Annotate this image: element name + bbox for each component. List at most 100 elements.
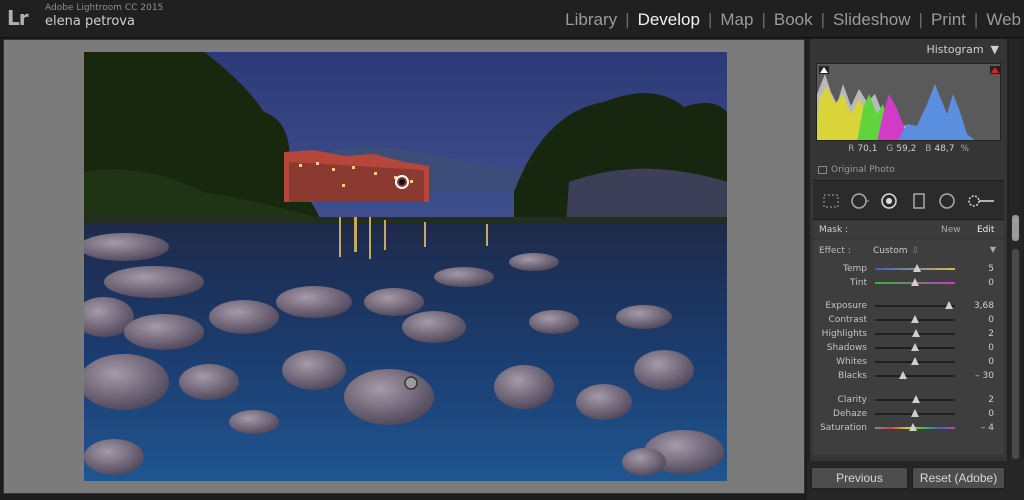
checkbox-icon[interactable] bbox=[818, 166, 827, 174]
tool-strip bbox=[813, 180, 1004, 220]
photo-illustration bbox=[84, 52, 727, 481]
slider-saturation[interactable]: Saturation – 4 bbox=[813, 421, 1004, 435]
slider-value[interactable]: – 4 bbox=[981, 423, 994, 433]
red-eye-icon[interactable] bbox=[879, 191, 899, 211]
right-panel: Histogram ▼ R 70,1 G 59,2 B 48,7 % Origi… bbox=[807, 39, 1024, 500]
b-value: 48,7 bbox=[934, 144, 955, 154]
scrollbar-thumb[interactable] bbox=[1012, 215, 1019, 241]
histogram-header[interactable]: Histogram ▼ bbox=[926, 43, 999, 56]
slider-label: Exposure bbox=[825, 301, 867, 311]
scrollbar-track-segment bbox=[1012, 249, 1019, 459]
photo-preview[interactable] bbox=[84, 52, 727, 481]
original-photo-label: Original Photo bbox=[831, 165, 895, 175]
slider-tint[interactable]: Tint 0 bbox=[813, 276, 1004, 290]
module-print[interactable]: Print bbox=[923, 10, 974, 30]
slider-label: Temp bbox=[843, 264, 867, 274]
slider-thumb[interactable] bbox=[911, 329, 920, 337]
slider-thumb[interactable] bbox=[911, 409, 919, 417]
histogram-title: Histogram bbox=[926, 43, 984, 56]
module-develop[interactable]: Develop bbox=[630, 10, 708, 30]
slider-temp[interactable]: Temp 5 bbox=[813, 262, 1004, 276]
module-book[interactable]: Book bbox=[766, 10, 821, 30]
bottom-buttons: Previous Reset (Adobe) bbox=[807, 461, 1024, 500]
mask-row: Mask : New Edit bbox=[813, 221, 1004, 239]
effect-preset-select[interactable]: Custom ⇕ bbox=[873, 246, 919, 256]
slider-blacks[interactable]: Blacks – 30 bbox=[813, 369, 1004, 383]
slider-track[interactable] bbox=[875, 375, 955, 377]
adjustment-brush-icon[interactable] bbox=[965, 191, 995, 211]
original-photo-toggle[interactable]: Original Photo bbox=[818, 165, 895, 175]
slider-thumb[interactable] bbox=[911, 315, 919, 323]
collapse-triangle-icon: ▼ bbox=[987, 43, 999, 56]
slider-dehaze[interactable]: Dehaze 0 bbox=[813, 407, 1004, 421]
slider-label: Shadows bbox=[826, 343, 867, 353]
r-label: R bbox=[848, 144, 855, 154]
slider-thumb[interactable] bbox=[899, 371, 907, 379]
slider-thumb[interactable] bbox=[911, 343, 919, 351]
image-canvas[interactable] bbox=[3, 39, 805, 494]
slider-thumb[interactable] bbox=[913, 264, 922, 272]
graduated-filter-icon[interactable] bbox=[909, 191, 929, 211]
histogram-chart bbox=[817, 66, 1000, 140]
module-map[interactable]: Map bbox=[712, 10, 761, 30]
identity-plate-user: elena petrova bbox=[45, 14, 135, 29]
slider-thumb[interactable] bbox=[911, 395, 920, 403]
slider-value[interactable]: 0 bbox=[988, 315, 994, 325]
reset-button[interactable]: Reset (Adobe) bbox=[912, 467, 1005, 489]
slider-whites[interactable]: Whites 0 bbox=[813, 355, 1004, 369]
module-picker: Library | Develop | Map | Book | Slidesh… bbox=[557, 10, 1024, 30]
rgb-readout: R 70,1 G 59,2 B 48,7 % bbox=[810, 144, 1007, 154]
right-panel-content: Histogram ▼ R 70,1 G 59,2 B 48,7 % Origi… bbox=[810, 39, 1007, 500]
slider-label: Whites bbox=[836, 357, 867, 367]
module-web[interactable]: Web bbox=[978, 10, 1024, 30]
panel-scrollbar[interactable] bbox=[1010, 39, 1021, 500]
slider-thumb[interactable] bbox=[945, 301, 954, 309]
histogram-graph[interactable] bbox=[816, 63, 1001, 141]
slider-clarity[interactable]: Clarity 2 bbox=[813, 393, 1004, 407]
b-label: B bbox=[925, 144, 932, 154]
app-name: Adobe Lightroom CC 2015 bbox=[45, 3, 164, 13]
lightroom-logo: Lr bbox=[7, 6, 29, 30]
mask-new-button[interactable]: New bbox=[941, 225, 961, 235]
spot-removal-icon[interactable] bbox=[849, 191, 869, 211]
slider-label: Blacks bbox=[837, 371, 867, 381]
effect-collapse-icon[interactable]: ▼ bbox=[990, 245, 996, 254]
slider-thumb[interactable] bbox=[911, 357, 919, 365]
slider-value[interactable]: 0 bbox=[988, 357, 994, 367]
slider-label: Saturation bbox=[820, 423, 867, 433]
module-slideshow[interactable]: Slideshow bbox=[825, 10, 919, 30]
slider-label: Dehaze bbox=[833, 409, 867, 419]
effect-preset-value: Custom bbox=[873, 246, 908, 256]
slider-thumb[interactable] bbox=[909, 423, 918, 431]
effect-panel: Effect : Custom ⇕ ▼ Temp 5 Tint 0 Exposure 3,6… bbox=[813, 240, 1004, 455]
slider-exposure[interactable]: Exposure 3,68 bbox=[813, 299, 1004, 313]
previous-button[interactable]: Previous bbox=[811, 467, 908, 489]
mask-label: Mask : bbox=[819, 225, 849, 235]
g-label: G bbox=[886, 144, 894, 154]
slider-value[interactable]: 0 bbox=[988, 278, 994, 288]
slider-value[interactable]: 0 bbox=[988, 343, 994, 353]
mask-edit-button[interactable]: Edit bbox=[977, 225, 994, 235]
slider-label: Clarity bbox=[837, 395, 867, 405]
module-library[interactable]: Library bbox=[557, 10, 625, 30]
slider-thumb[interactable] bbox=[911, 278, 919, 286]
slider-label: Tint bbox=[850, 278, 867, 288]
slider-label: Contrast bbox=[828, 315, 867, 325]
radial-filter-icon[interactable] bbox=[937, 191, 957, 211]
slider-value[interactable]: 5 bbox=[988, 264, 994, 274]
slider-track[interactable] bbox=[875, 305, 955, 307]
crop-overlay-icon[interactable] bbox=[821, 191, 841, 211]
slider-value[interactable]: 0 bbox=[988, 409, 994, 419]
slider-contrast[interactable]: Contrast 0 bbox=[813, 313, 1004, 327]
slider-highlights[interactable]: Highlights 2 bbox=[813, 327, 1004, 341]
percent-unit: % bbox=[960, 144, 969, 154]
updown-icon: ⇕ bbox=[911, 246, 920, 256]
slider-shadows[interactable]: Shadows 0 bbox=[813, 341, 1004, 355]
slider-value[interactable]: 2 bbox=[988, 329, 994, 339]
slider-label: Highlights bbox=[821, 329, 867, 339]
slider-value[interactable]: – 30 bbox=[975, 371, 994, 381]
slider-value[interactable]: 3,68 bbox=[974, 301, 994, 311]
top-bar: Lr Adobe Lightroom CC 2015 elena petrova… bbox=[0, 0, 1024, 38]
slider-value[interactable]: 2 bbox=[988, 395, 994, 405]
r-value: 70,1 bbox=[857, 144, 878, 154]
